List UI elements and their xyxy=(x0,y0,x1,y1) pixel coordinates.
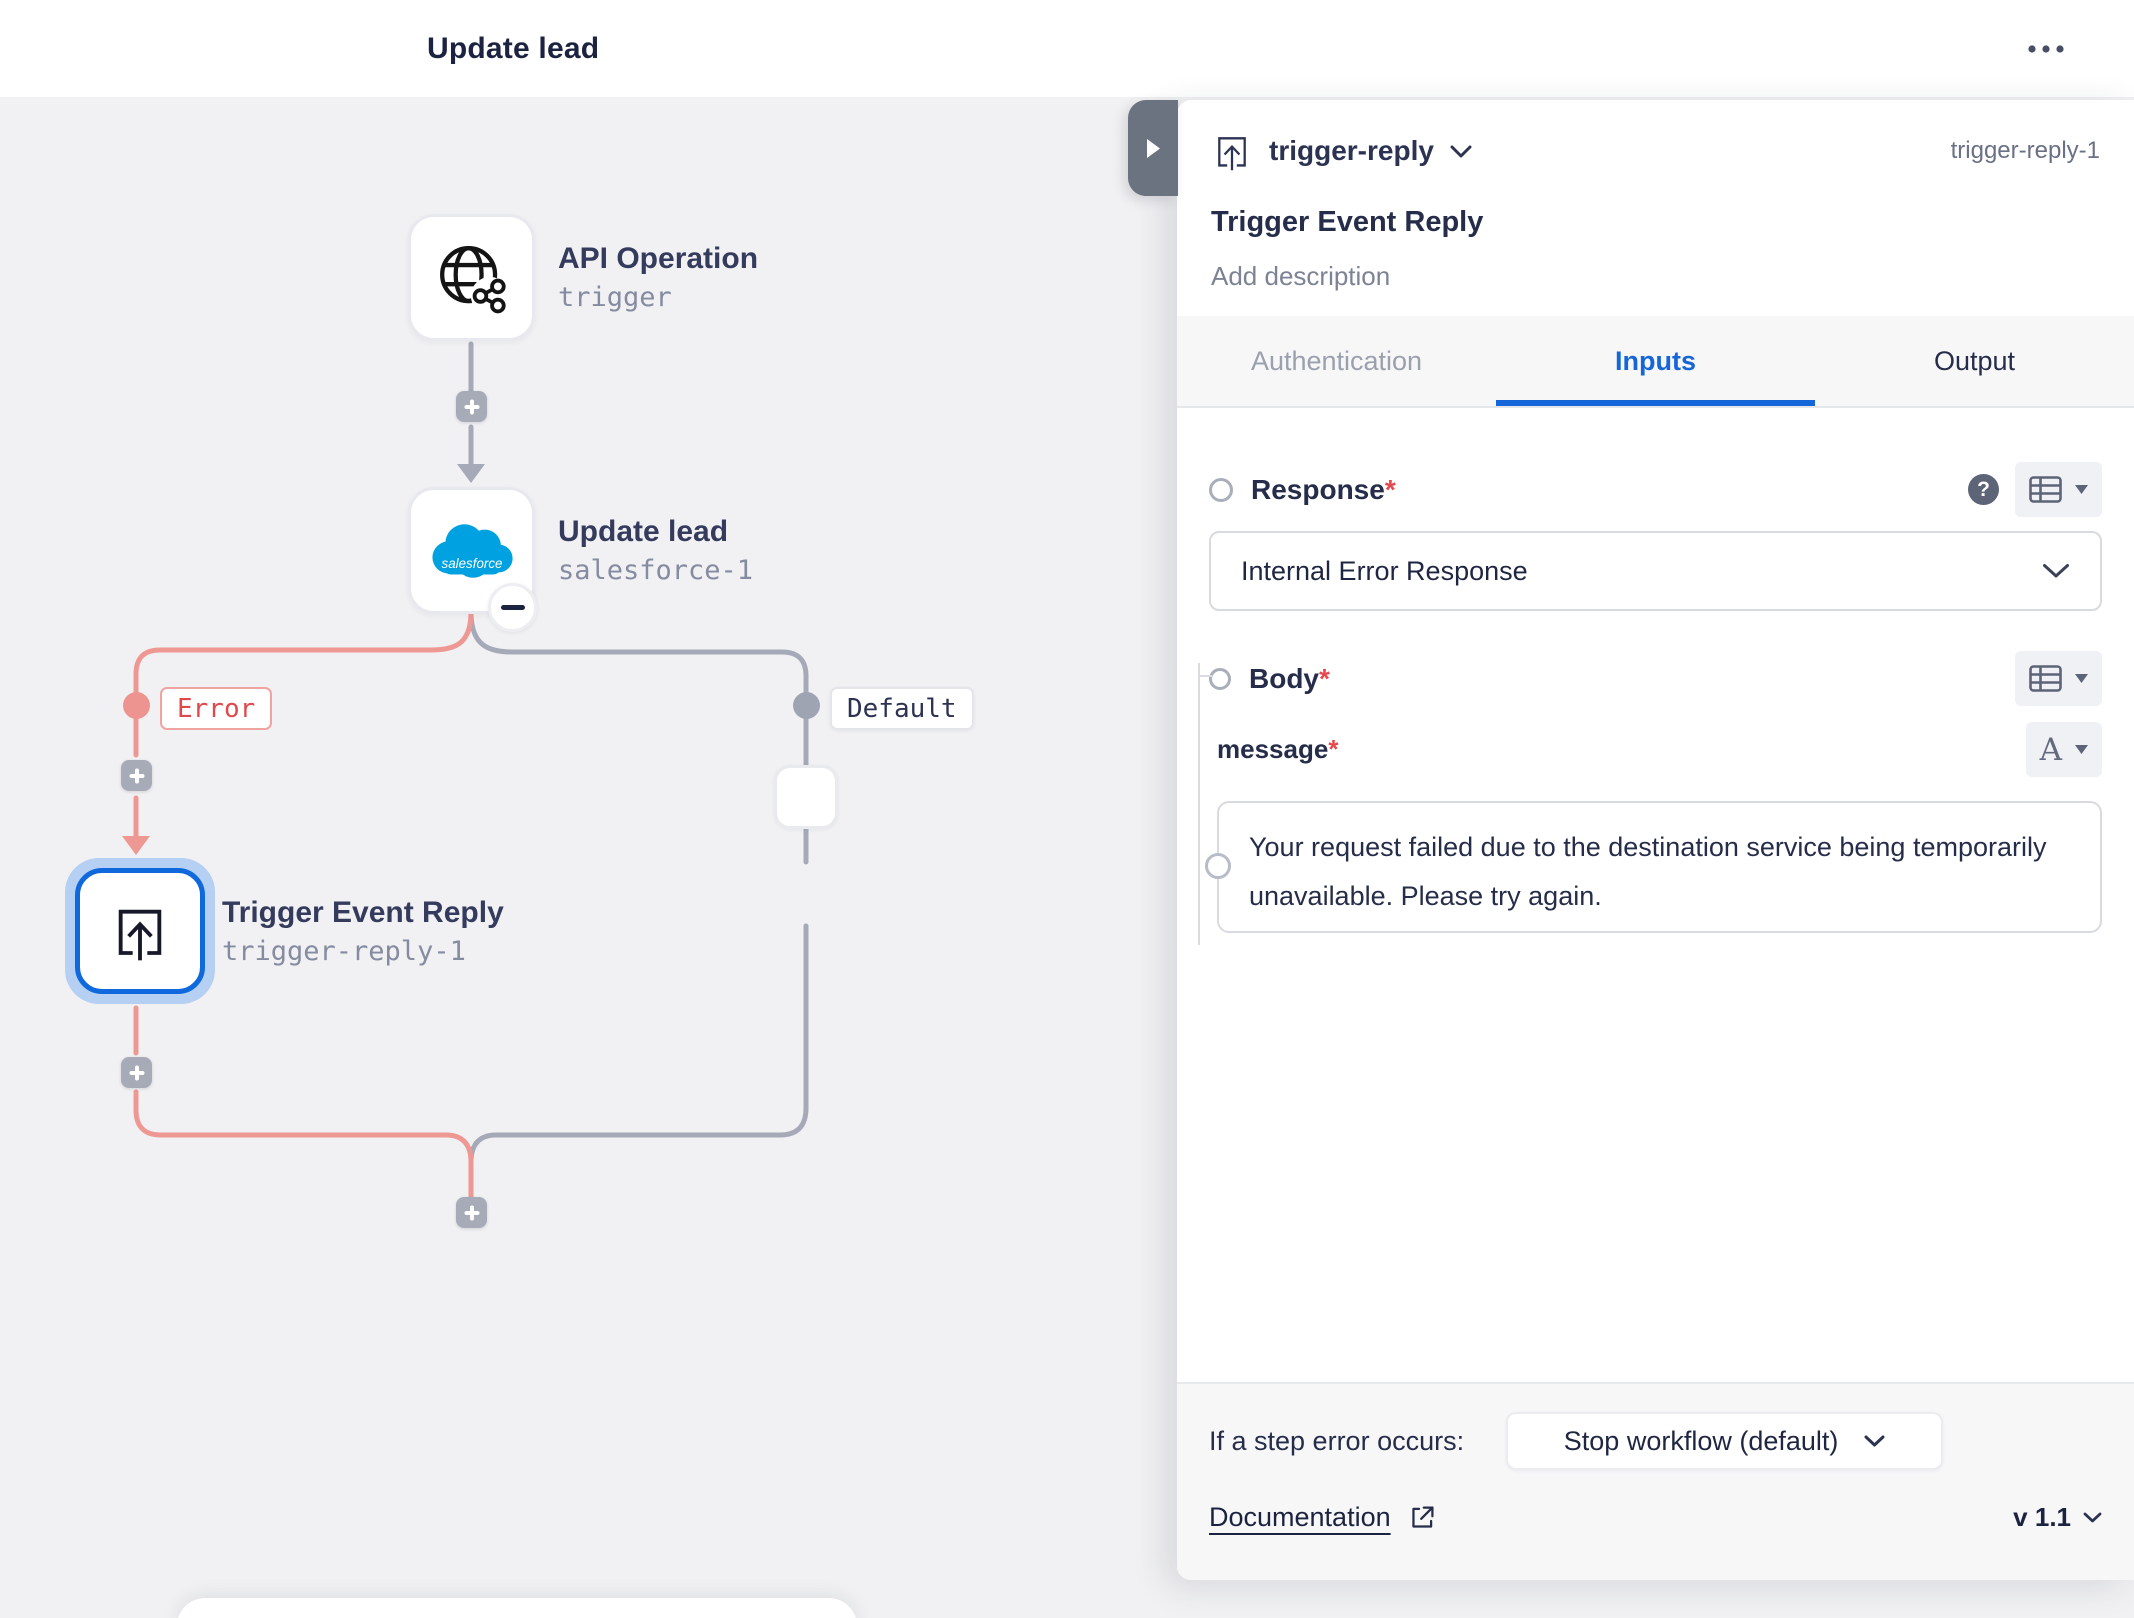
body-label: Body* xyxy=(1249,663,1330,695)
api-globe-icon xyxy=(436,242,508,314)
step-selector-dropdown[interactable]: trigger-reply xyxy=(1211,130,1472,172)
response-field-row: Response* ? xyxy=(1209,462,2102,517)
table-icon xyxy=(2029,476,2062,503)
message-field-row: message* A xyxy=(1209,722,2102,777)
bottom-panel-partial[interactable] xyxy=(177,1598,857,1618)
step-description-placeholder[interactable]: Add description xyxy=(1211,261,2100,292)
top-header: Update lead xyxy=(0,0,2134,97)
node-title: Trigger Event Reply xyxy=(222,896,504,930)
add-step-button[interactable] xyxy=(456,1197,487,1228)
response-label: Response* xyxy=(1251,474,1396,506)
node-api-operation[interactable] xyxy=(408,214,535,341)
default-branch-endpoint[interactable] xyxy=(774,765,838,829)
required-marker: * xyxy=(1328,734,1338,764)
message-value: Your request failed due to the destinati… xyxy=(1249,832,2047,911)
version-selector[interactable]: v 1.1 xyxy=(2013,1502,2102,1533)
default-branch-dot xyxy=(793,692,820,719)
minus-icon xyxy=(501,605,525,610)
plus-icon xyxy=(464,399,480,415)
text-type-icon: A xyxy=(2040,732,2062,768)
salesforce-icon: salesforce xyxy=(427,520,517,582)
body-field-section: Body* xyxy=(1209,651,2102,933)
ellipsis-icon xyxy=(2026,44,2066,54)
error-behavior-label: If a step error occurs: xyxy=(1209,1426,1464,1457)
body-field-row: Body* xyxy=(1209,651,2102,706)
node-selected-border xyxy=(75,868,205,994)
table-icon xyxy=(2029,665,2062,692)
response-connector-radio[interactable] xyxy=(1209,478,1233,502)
tab-authentication[interactable]: Authentication xyxy=(1177,316,1496,406)
svg-text:salesforce: salesforce xyxy=(441,556,502,571)
collapse-branches-button[interactable] xyxy=(488,583,537,632)
message-input[interactable]: Your request failed due to the destinati… xyxy=(1217,801,2102,933)
default-branch-label[interactable]: Default xyxy=(830,687,974,730)
chevron-right-icon xyxy=(1146,139,1161,158)
node-subtitle: trigger xyxy=(558,282,758,313)
caret-down-icon xyxy=(2075,485,2088,494)
step-title: Trigger Event Reply xyxy=(1211,206,2100,239)
tree-guide-tick xyxy=(1198,675,1212,677)
add-step-button[interactable] xyxy=(121,760,152,791)
panel-tabbar: Authentication Inputs Output xyxy=(1177,316,2134,408)
panel-footer: If a step error occurs: Stop workflow (d… xyxy=(1177,1382,2134,1580)
chevron-down-icon xyxy=(2083,1512,2102,1523)
chevron-down-icon xyxy=(2042,563,2070,579)
help-icon[interactable]: ? xyxy=(1968,474,1999,505)
error-behavior-value: Stop workflow (default) xyxy=(1564,1426,1839,1457)
panel-collapse-button[interactable] xyxy=(1128,100,1178,196)
node-subtitle: trigger-reply-1 xyxy=(222,936,504,967)
message-label: message* xyxy=(1217,734,1338,765)
tab-output[interactable]: Output xyxy=(1815,316,2134,406)
workflow-title: Update lead xyxy=(427,0,599,97)
chevron-down-icon xyxy=(1450,145,1472,158)
plus-icon xyxy=(464,1205,480,1221)
external-link-icon xyxy=(1407,1502,1438,1533)
caret-down-icon xyxy=(2075,674,2088,683)
inputs-tab-content: Response* ? xyxy=(1177,408,2134,1382)
response-select-value: Internal Error Response xyxy=(1241,556,1528,587)
trigger-reply-icon xyxy=(108,899,172,963)
message-type-button[interactable]: A xyxy=(2026,722,2102,777)
body-input-mode-button[interactable] xyxy=(2015,651,2102,706)
add-step-button[interactable] xyxy=(121,1057,152,1088)
response-select[interactable]: Internal Error Response xyxy=(1209,531,2102,611)
trigger-reply-icon xyxy=(1211,130,1253,172)
documentation-link[interactable]: Documentation xyxy=(1209,1502,1438,1533)
step-config-panel: trigger-reply trigger-reply-1 Trigger Ev… xyxy=(1177,100,2134,1580)
chevron-down-icon xyxy=(1864,1435,1885,1447)
required-marker: * xyxy=(1319,663,1330,694)
caret-down-icon xyxy=(2075,745,2088,754)
error-branch-dot xyxy=(123,692,150,719)
error-branch-label[interactable]: Error xyxy=(160,687,272,730)
node-subtitle: salesforce-1 xyxy=(558,555,753,586)
step-selector-label: trigger-reply xyxy=(1269,135,1434,167)
response-input-mode-button[interactable] xyxy=(2015,462,2102,517)
body-connector-radio[interactable] xyxy=(1209,668,1231,690)
node-title: Update lead xyxy=(558,515,753,549)
node-trigger-event-reply[interactable] xyxy=(65,858,215,1004)
error-behavior-select[interactable]: Stop workflow (default) xyxy=(1506,1412,1943,1470)
message-connector-ring[interactable] xyxy=(1205,853,1231,879)
step-id: trigger-reply-1 xyxy=(1951,137,2100,165)
required-marker: * xyxy=(1385,474,1396,505)
tree-guide-line xyxy=(1198,663,1200,945)
more-options-button[interactable] xyxy=(2018,30,2074,68)
add-step-button[interactable] xyxy=(456,391,487,422)
tab-inputs[interactable]: Inputs xyxy=(1496,316,1815,406)
node-title: API Operation xyxy=(558,242,758,276)
plus-icon xyxy=(129,768,145,784)
plus-icon xyxy=(129,1065,145,1081)
panel-header: trigger-reply trigger-reply-1 Trigger Ev… xyxy=(1177,100,2134,316)
